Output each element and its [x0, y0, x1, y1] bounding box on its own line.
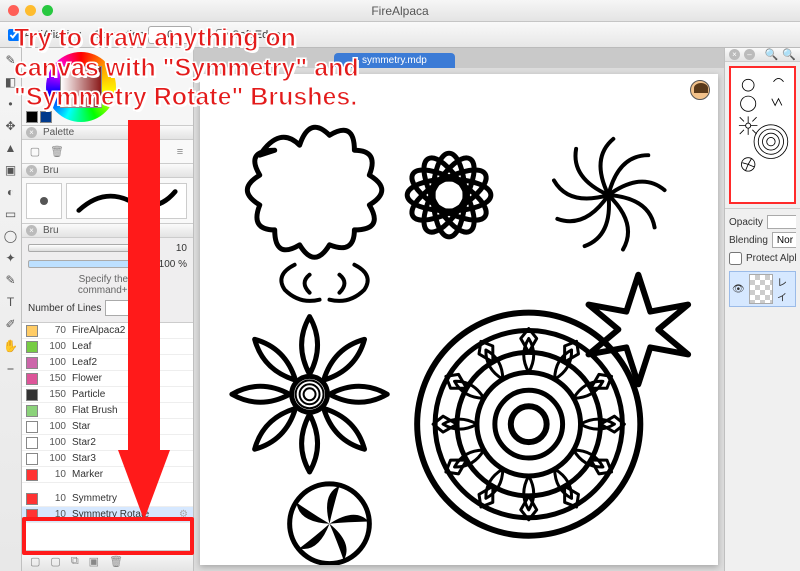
select-rect-tool[interactable]: ▭	[3, 206, 19, 222]
canvas-artwork	[200, 74, 718, 565]
brush-list-item[interactable]: 100Star2	[22, 435, 193, 451]
brush-dot-preview	[26, 183, 62, 219]
antialias-label: AntiAliasing	[24, 29, 81, 41]
brush-size-slider[interactable]	[28, 244, 147, 252]
hand-tool[interactable]: ✋	[3, 338, 19, 354]
dot-tool[interactable]: •	[3, 96, 19, 112]
minimize-window-button[interactable]	[25, 5, 36, 16]
close-window-button[interactable]	[8, 5, 19, 16]
blending-label: Blending	[729, 235, 768, 246]
canvas[interactable]	[200, 74, 718, 565]
brush-list-footer: ▢ ▢ ⧉ ▣ 🗑	[22, 551, 193, 571]
divider: ⎯	[3, 360, 19, 376]
protect-alpha-checkbox[interactable]	[729, 252, 742, 265]
palette-close-icon[interactable]: ×	[26, 127, 37, 138]
brush-list-item[interactable]: 100Leaf	[22, 339, 193, 355]
brush-list-item[interactable]: 80Flat Brush	[22, 403, 193, 419]
brush-list-item[interactable]: 100Star	[22, 419, 193, 435]
tool-strip: ✎ ◧ • ✥ ▲ ▣ ◐ ▭ ◯ ✦ ✎ T ✐ ✋ ⎯	[0, 48, 22, 571]
softedge-label: Soft Edge	[232, 29, 280, 41]
brush-list-item[interactable]: 100Star3	[22, 451, 193, 467]
add-brush2-icon[interactable]: ▢	[50, 555, 60, 568]
nav-collapse-icon[interactable]: –	[744, 49, 755, 60]
app-title: FireAlpaca	[371, 4, 428, 18]
brush-list[interactable]: 70FireAlpaca2 100Leaf 100Leaf2 150Flower…	[22, 323, 193, 551]
move-tool[interactable]: ✥	[3, 118, 19, 134]
palette-panel: ▢ 🗑 ≡	[22, 140, 193, 164]
wand-tool[interactable]: ✦	[3, 250, 19, 266]
layer-panel: Opacity Blending Norm Protect Alpha 👁 レイ	[725, 208, 800, 571]
brush-list-item[interactable]: 10Marker	[22, 467, 193, 483]
bucket-tool[interactable]: ▣	[3, 162, 19, 178]
brush-control-label: Bru	[43, 225, 59, 236]
correction-value[interactable]: 0	[148, 26, 192, 44]
palette-menu-icon[interactable]: ≡	[173, 145, 187, 159]
numlines-step-down[interactable]: ▼	[141, 308, 149, 315]
gradient-tool[interactable]: ◐	[3, 184, 19, 200]
brush-list-item[interactable]: 10Symmetry Rotate ⚙	[22, 507, 193, 523]
layer-row[interactable]: 👁 レイ	[729, 271, 796, 307]
document-tab[interactable]: symmetry.mdp	[334, 53, 455, 68]
correction-step-down[interactable]: ▼	[196, 35, 204, 42]
brush-hint: Specify the b command+Cl	[28, 274, 187, 296]
softedge-checkbox[interactable]: Soft Edge	[216, 29, 280, 41]
brush-list-item[interactable]: 100Leaf2	[22, 355, 193, 371]
layer-name: レイ	[777, 274, 793, 304]
brush-list-item[interactable]: 10Symmetry	[22, 491, 193, 507]
brush-list-item[interactable]: 150Flower	[22, 371, 193, 387]
brush-settings-icon[interactable]: ⚙	[179, 509, 193, 520]
brush-preview-close-icon[interactable]: ×	[26, 165, 37, 176]
nav-close-icon[interactable]: ×	[729, 49, 740, 60]
add-brush-icon[interactable]: ▢	[30, 555, 40, 568]
brush-tool[interactable]: ✎	[3, 52, 19, 68]
brush-control-panel: 10 100 % Specify the b command+Cl Number…	[22, 238, 193, 323]
numlines-input[interactable]	[105, 300, 137, 316]
correction-label: Correction	[93, 29, 144, 41]
options-bar: AntiAliasing Correction 0 ▲ ▼ Soft Edge	[0, 22, 800, 48]
opacity-label: Opacity	[729, 217, 763, 228]
brush-list-item[interactable]: 150Particle	[22, 387, 193, 403]
eyedropper-tool[interactable]: ✐	[3, 316, 19, 332]
text-tool[interactable]: T	[3, 294, 19, 310]
duplicate-brush-icon[interactable]: ⧉	[71, 555, 79, 568]
blending-select[interactable]: Norm	[772, 232, 796, 248]
navigator-preview[interactable]	[729, 66, 796, 204]
protect-alpha-label: Protect Alpha	[746, 253, 796, 264]
brush-list-item[interactable]: 70FireAlpaca2	[22, 323, 193, 339]
add-palette-icon[interactable]: ▢	[28, 145, 42, 159]
numlines-label: Number of Lines	[28, 303, 101, 314]
select-lasso-tool[interactable]: ◯	[3, 228, 19, 244]
layer-visibility-icon[interactable]: 👁	[732, 284, 745, 295]
brush-stroke-preview	[66, 183, 187, 219]
eraser-tool[interactable]: ◧	[3, 74, 19, 90]
fill-tool[interactable]: ▲	[3, 140, 19, 156]
color-square[interactable]	[60, 66, 102, 108]
folder-brush-icon[interactable]: ▣	[89, 555, 99, 568]
swatch-bg[interactable]	[40, 111, 52, 123]
brush-size-value: 10	[153, 243, 187, 254]
palette-label: Palette	[43, 127, 189, 138]
correction-control: Correction 0 ▲ ▼	[93, 26, 204, 44]
brush-opacity-slider[interactable]	[28, 260, 147, 268]
zoom-out-icon[interactable]: 🔍	[765, 48, 779, 61]
delete-brush-icon[interactable]: 🗑	[109, 555, 123, 568]
zoom-window-button[interactable]	[42, 5, 53, 16]
pen-select-tool[interactable]: ✎	[3, 272, 19, 288]
brush-preview-label: Bru	[43, 165, 59, 176]
layer-thumbnail	[749, 274, 773, 304]
delete-palette-icon[interactable]: 🗑	[50, 145, 64, 159]
opacity-input[interactable]	[767, 215, 796, 229]
zoom-in-icon[interactable]: 🔍	[782, 48, 796, 61]
brush-control-close-icon[interactable]: ×	[26, 225, 37, 236]
swatch-fg[interactable]	[26, 111, 38, 123]
antialias-checkbox[interactable]: AntiAliasing	[8, 29, 81, 41]
brush-opacity-value: 100 %	[153, 259, 187, 270]
user-avatar	[690, 80, 710, 100]
color-panel	[22, 48, 193, 126]
